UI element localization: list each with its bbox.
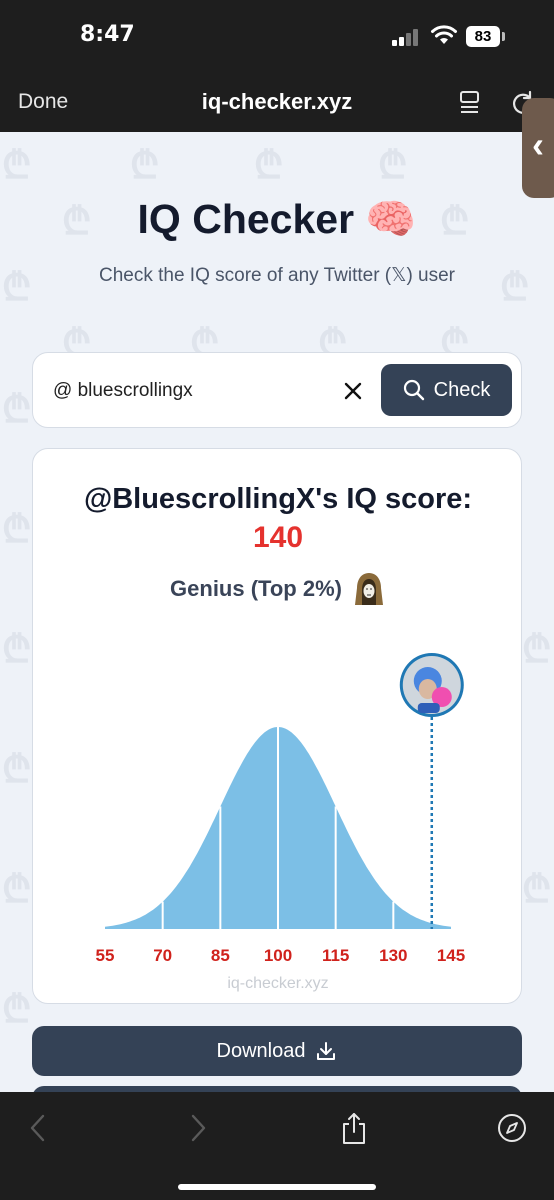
chevron-left-icon: ‹ — [532, 124, 544, 165]
page-title: IQ Checker 🧠 — [137, 196, 417, 242]
username-input[interactable] — [53, 377, 323, 405]
x-tick-label: 115 — [322, 946, 349, 965]
watermark-icon: ₾ — [2, 627, 32, 671]
x-tick-label: 145 — [437, 946, 465, 965]
x-tick-label: 55 — [96, 946, 115, 965]
download-button-label: Download — [216, 1039, 306, 1062]
site-watermark: iq-checker.xyz — [227, 975, 329, 992]
wifi-icon — [431, 25, 457, 44]
watermark-icon: ₾ — [2, 143, 32, 187]
side-panel-tab[interactable]: ‹ — [522, 98, 554, 198]
back-icon[interactable] — [26, 1112, 50, 1144]
result-card: @BluescrollingX's IQ score: 140 Genius (… — [32, 448, 522, 1004]
browser-nav-bar: Done iq-checker.xyz — [0, 74, 554, 132]
watermark-icon: ₾ — [2, 987, 32, 1031]
check-button-label: Check — [433, 378, 491, 401]
compass-icon[interactable] — [496, 1112, 528, 1144]
watermark-icon: ₾ — [522, 627, 552, 671]
search-icon — [403, 379, 424, 401]
signal-icon — [392, 28, 422, 46]
forward-icon[interactable] — [186, 1112, 210, 1144]
battery-cap — [502, 32, 505, 41]
watermark-icon: ₾ — [522, 867, 552, 911]
clear-icon[interactable] — [339, 377, 367, 405]
download-button[interactable]: Download — [32, 1026, 522, 1076]
watermark-icon: ₾ — [2, 747, 32, 791]
share-icon[interactable] — [340, 1112, 368, 1146]
battery-icon: 83 — [466, 26, 500, 47]
x-tick-label: 70 — [153, 946, 172, 965]
watermark-icon: ₾ — [254, 143, 284, 187]
search-box: Check — [32, 352, 522, 428]
reader-mode-icon[interactable] — [458, 88, 482, 116]
watermark-icon: ₾ — [130, 143, 160, 187]
watermark-icon: ₾ — [378, 143, 408, 187]
watermark-icon: ₾ — [2, 507, 32, 551]
check-button[interactable]: Check — [381, 364, 512, 416]
download-icon — [317, 1042, 336, 1060]
status-time: 8:47 — [80, 22, 135, 47]
watermark-icon: ₾ — [2, 387, 32, 431]
page-subtitle: Check the IQ score of any Twitter (𝕏) us… — [98, 265, 456, 286]
user-avatar — [399, 653, 464, 717]
iq-distribution-chart: 55 70 85 100 115 130 145 — [96, 653, 465, 965]
watermark-icon: ₾ — [2, 867, 32, 911]
x-tick-label: 100 — [264, 946, 292, 965]
x-tick-label: 85 — [211, 946, 230, 965]
home-indicator — [178, 1184, 376, 1190]
status-bar: 8:47 83 — [0, 0, 554, 74]
x-tick-label: 130 — [379, 946, 407, 965]
web-page: ₾ ₾ ₾ ₾ ₾ ₾ ₾ ₾ ₾ ₾ ₾ ₾ ₾ ₾ ₾ ₾ ₾ ₾ ₾ ₾ … — [0, 132, 554, 1092]
